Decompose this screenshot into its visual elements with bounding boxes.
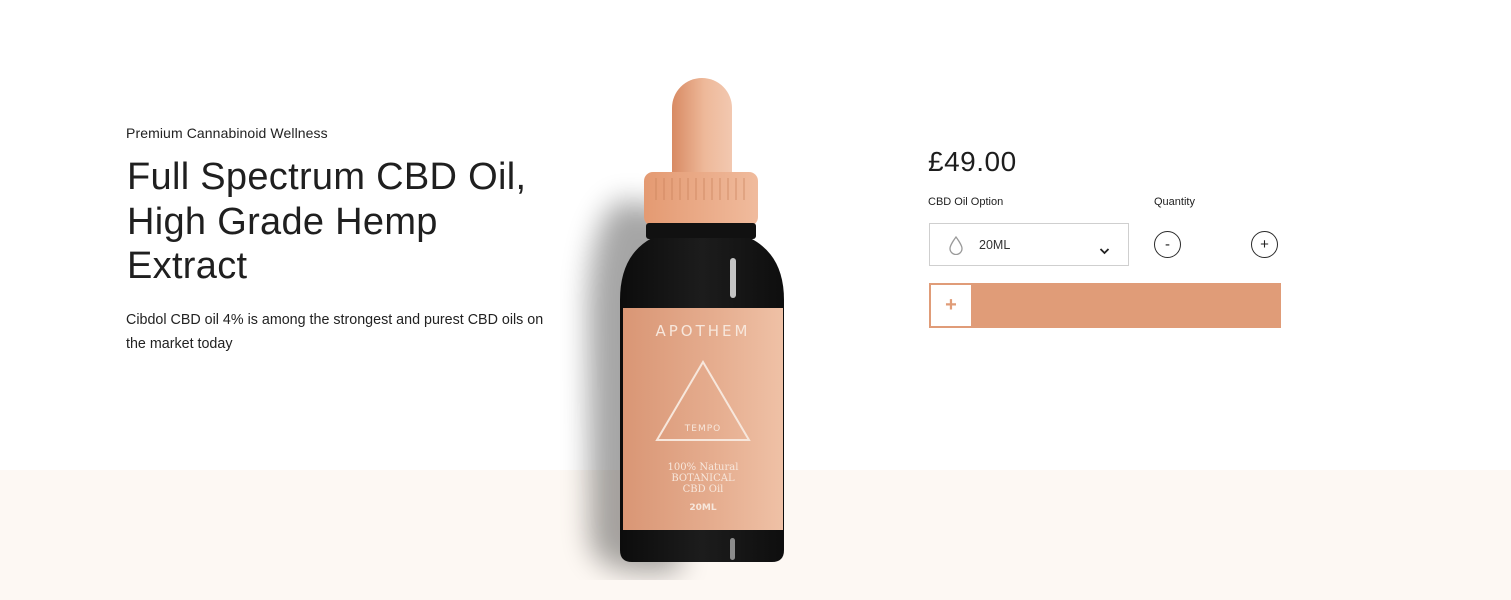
quantity-decrement-button[interactable]: -: [1154, 231, 1181, 258]
quantity-label: Quantity: [1154, 196, 1195, 208]
product-description: Cibdol CBD oil 4% is among the strongest…: [126, 312, 544, 352]
label-line-3: CBD Oil: [683, 484, 724, 495]
label-line-2: BOTANICAL: [671, 473, 735, 484]
variant-label: TEMPO: [684, 424, 721, 434]
plus-icon: +: [931, 285, 971, 326]
option-label: CBD Oil Option: [928, 196, 1004, 208]
droplet-icon: [949, 235, 963, 260]
product-title: Full Spectrum CBD Oil, High Grade Hemp E…: [127, 156, 527, 287]
product-bottle-image: APOTHEM TEMPO 100% Natural BOTANICAL CBD…: [588, 78, 784, 572]
oil-option-select[interactable]: 20ML: [929, 223, 1129, 266]
label-line-1: 100% Natural: [668, 462, 739, 473]
volume-label: 20ML: [689, 503, 716, 513]
quantity-increment-button[interactable]: +: [1251, 231, 1278, 258]
brand-label: APOTHEM: [656, 322, 751, 340]
chevron-down-icon: [1099, 242, 1110, 260]
hero-eyebrow: Premium Cannabinoid Wellness: [126, 125, 328, 141]
product-price: £49.00: [928, 146, 1017, 177]
selected-option: 20ML: [979, 238, 1011, 252]
add-to-cart-button[interactable]: +: [929, 283, 1281, 328]
